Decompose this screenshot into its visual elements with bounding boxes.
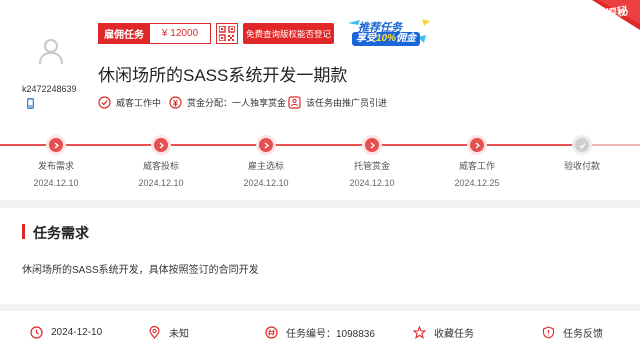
- step-name: 验收付款: [563, 161, 600, 171]
- star-icon: [413, 325, 426, 339]
- promo-prefix: 享受: [356, 33, 376, 44]
- publish-date-value: 2024-12-10: [51, 326, 103, 338]
- task-title: 休闲场所的SASS系统开发一期款: [98, 66, 348, 85]
- step-done-icon: [470, 138, 484, 152]
- task-location-value: 未知: [169, 328, 189, 340]
- step-done-icon: [49, 138, 63, 152]
- task-feedback-button[interactable]: 任务反馈: [542, 324, 603, 340]
- progress-step: 托管赏金 2024.12.10: [322, 138, 422, 188]
- task-location: 未知: [148, 324, 189, 340]
- task-number-value: 任务编号：1098836: [286, 328, 375, 340]
- user-avatar-icon[interactable]: [36, 36, 66, 66]
- publish-date: 2024-12-10: [30, 324, 102, 340]
- progress-step: 威客工作 2024.12.25: [427, 138, 527, 188]
- requirement-card: 任务需求 休闲场所的SASS系统开发，具体按照签订的合同开发: [0, 208, 640, 304]
- phone-verified-icon: [27, 98, 34, 109]
- task-status-label: 威客工作中: [116, 97, 162, 108]
- step-name: 发布需求: [37, 161, 74, 171]
- section-marker: [22, 224, 25, 239]
- requirement-heading: 任务需求: [33, 225, 89, 241]
- progress-step: 验收付款: [532, 138, 632, 178]
- promo-suffix: 佣金: [396, 33, 417, 44]
- check-circle-icon: [98, 95, 111, 109]
- step-name: 托管赏金: [353, 161, 390, 171]
- step-done-icon: [365, 138, 379, 152]
- task-footer: 2024-12-10 未知 任务编号：1098836 收藏任务 任务反馈: [0, 311, 640, 353]
- referral-note: 该任务由推广员引进: [288, 94, 387, 110]
- username[interactable]: k2472248639: [22, 84, 77, 94]
- progress-step: 威客投标 2024.12.10: [111, 138, 211, 188]
- location-pin-icon: [149, 325, 160, 339]
- qr-code-icon[interactable]: [216, 23, 238, 44]
- guide-icon: [288, 95, 301, 109]
- favorite-task-button[interactable]: 收藏任务: [413, 324, 474, 340]
- progress-step: 发布需求 2024.12.10: [6, 138, 106, 188]
- reward-distribution-label: 赏金分配：一人独享赏金: [187, 97, 287, 108]
- step-name: 雇主选标: [247, 161, 284, 171]
- step-date: 2024.12.25: [454, 178, 500, 188]
- recommended-task-promo[interactable]: 推荐任务 享受10%佣金: [346, 17, 432, 47]
- shield-alert-icon: [542, 325, 555, 339]
- task-header-card: k2472248639 雇佣任务 ¥ 12000 免费查询版权能否登记 推荐任务: [0, 0, 640, 200]
- task-status: 威客工作中: [98, 94, 161, 110]
- step-name: 威客工作: [458, 161, 495, 171]
- referral-note-label: 该任务由推广员引进: [306, 97, 388, 108]
- promo-highlight: 10%: [376, 33, 397, 44]
- step-date: 2024.12.10: [243, 178, 289, 188]
- coin-icon: [169, 95, 182, 109]
- step-name: 威客投标: [142, 161, 179, 171]
- promo-subtitle: 享受10%佣金: [352, 32, 421, 46]
- requirement-text: 休闲场所的SASS系统开发，具体按照签订的合同开发: [22, 265, 259, 276]
- step-date: 2024.12.10: [349, 178, 395, 188]
- favorite-task-label: 收藏任务: [434, 328, 474, 340]
- step-done-icon: [259, 138, 273, 152]
- step-date: 2024.12.10: [33, 178, 79, 188]
- clock-icon: [30, 325, 43, 339]
- task-number: 任务编号：1098836: [265, 324, 375, 340]
- task-price: ¥ 12000: [150, 23, 211, 44]
- explore-corner-badge[interactable]: 探秘: [592, 0, 640, 30]
- step-done-icon: [154, 138, 168, 152]
- task-feedback-label: 任务反馈: [563, 328, 603, 340]
- task-type-badge: 雇佣任务: [98, 23, 150, 44]
- reward-distribution: 赏金分配：一人独享赏金: [169, 94, 286, 110]
- copyright-check-button[interactable]: 免费查询版权能否登记: [243, 23, 334, 44]
- step-date: 2024.12.10: [138, 178, 184, 188]
- step-pending-icon: [575, 138, 589, 152]
- hash-icon: [265, 325, 278, 339]
- progress-step: 雇主选标 2024.12.10: [216, 138, 316, 188]
